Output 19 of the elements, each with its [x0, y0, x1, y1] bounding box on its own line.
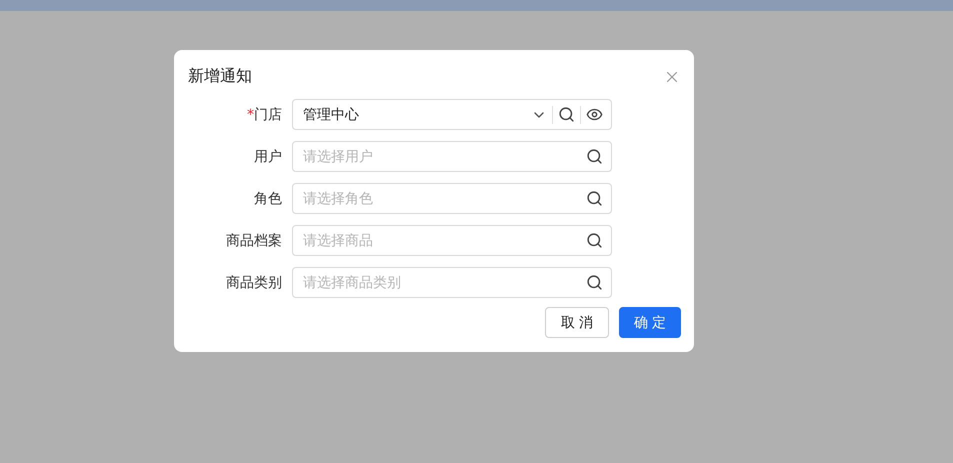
field-label: 商品档案 [225, 232, 282, 250]
field-label: *门店 [246, 106, 282, 124]
search-icon[interactable] [586, 274, 603, 291]
search-icon[interactable] [586, 232, 603, 249]
confirm-button[interactable]: 确 定 [619, 307, 681, 338]
eye-icon[interactable] [586, 106, 603, 123]
search-field[interactable]: 请选择用户 [292, 141, 612, 172]
dialog-title: 新增通知 [188, 66, 252, 87]
search-icon[interactable] [586, 148, 603, 165]
field-label: 商品类别 [225, 274, 282, 292]
field-label: 角色 [253, 190, 282, 208]
select-field[interactable]: 管理中心 [292, 99, 612, 130]
search-icon[interactable] [586, 190, 603, 207]
search-icon[interactable] [558, 106, 575, 123]
cancel-button[interactable]: 取 消 [545, 307, 609, 338]
field-label: 用户 [253, 148, 282, 166]
search-field[interactable]: 请选择角色 [292, 183, 612, 214]
search-field[interactable]: 请选择商品类别 [292, 267, 612, 298]
search-field[interactable]: 请选择商品 [292, 225, 612, 256]
